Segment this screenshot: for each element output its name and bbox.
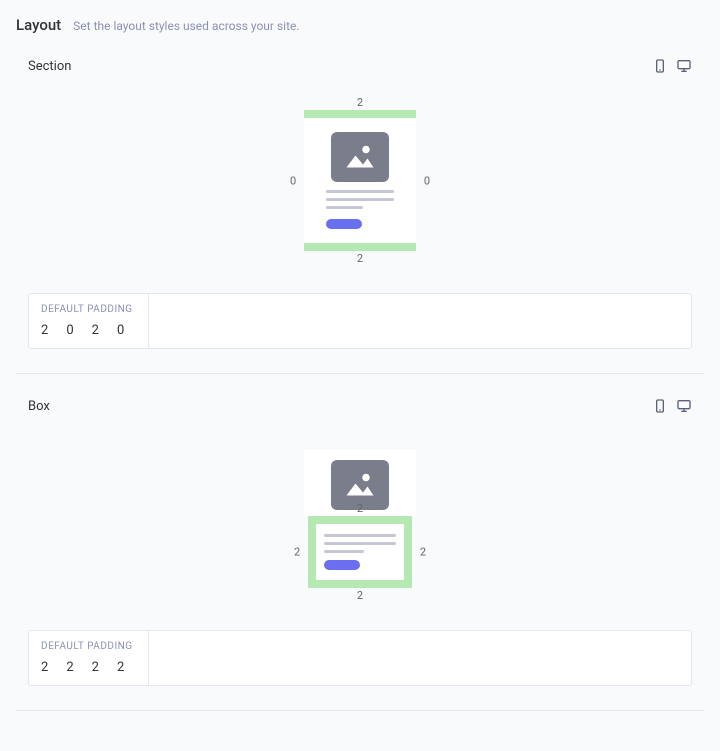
dp-value-2[interactable]: 0 — [66, 323, 73, 338]
section-preview: 2 2 0 0 — [16, 90, 704, 281]
dp-value-4[interactable]: 0 — [117, 323, 124, 338]
mobile-icon[interactable] — [652, 58, 668, 74]
box-head: Box — [16, 398, 704, 414]
padding-bottom-label: 2 — [357, 589, 363, 602]
padding-left-label: 2 — [294, 546, 300, 559]
default-padding-label: DEFAULT PADDING — [41, 304, 136, 315]
default-padding-values: 2 2 2 2 — [41, 660, 136, 675]
desktop-icon[interactable] — [676, 398, 692, 414]
default-padding-label: DEFAULT PADDING — [41, 641, 136, 652]
page-title: Layout — [16, 16, 61, 34]
card-inner — [304, 118, 416, 243]
default-padding-row[interactable]: DEFAULT PADDING 2 0 2 0 — [28, 293, 692, 349]
dp-value-3[interactable]: 2 — [92, 323, 99, 338]
default-padding-cell: DEFAULT PADDING 2 0 2 0 — [29, 294, 149, 348]
box-padding-indicator — [308, 516, 412, 588]
dp-value-1[interactable]: 2 — [41, 660, 48, 675]
dp-value-2[interactable]: 2 — [66, 660, 73, 675]
padding-right-label: 2 — [420, 546, 426, 559]
section-card-preview — [304, 110, 416, 251]
layout-header: Layout Set the layout styles used across… — [16, 16, 704, 34]
box-layout-block: Box 2 2 2 2 — [16, 398, 704, 711]
section-layout-block: Section 2 2 0 0 — [16, 58, 704, 374]
default-padding-row[interactable]: DEFAULT PADDING 2 2 2 2 — [28, 630, 692, 686]
section-head: Section — [16, 58, 704, 74]
text-lines — [326, 190, 394, 209]
mobile-icon[interactable] — [652, 398, 668, 414]
padding-top-label: 2 — [357, 502, 363, 515]
dp-value-3[interactable]: 2 — [92, 660, 99, 675]
padding-bottom-indicator — [304, 243, 416, 251]
padding-top-indicator — [304, 110, 416, 118]
box-padding-frame: 2 2 2 2 — [308, 516, 412, 588]
page-subtitle: Set the layout styles used across your s… — [73, 19, 299, 33]
default-padding-values: 2 0 2 0 — [41, 323, 136, 338]
device-toggle — [652, 398, 692, 414]
desktop-icon[interactable] — [676, 58, 692, 74]
device-toggle — [652, 58, 692, 74]
default-padding-cell: DEFAULT PADDING 2 2 2 2 — [29, 631, 149, 685]
padding-right-label: 0 — [424, 174, 430, 187]
padding-left-label: 0 — [290, 174, 296, 187]
padding-top-label: 2 — [357, 96, 363, 109]
button-placeholder — [326, 219, 362, 229]
box-title: Box — [28, 399, 50, 414]
image-placeholder-icon — [331, 132, 389, 182]
section-title: Section — [28, 59, 71, 74]
dp-value-1[interactable]: 2 — [41, 323, 48, 338]
padding-bottom-label: 2 — [357, 252, 363, 265]
button-placeholder — [324, 560, 360, 570]
box-card-preview: 2 2 2 2 — [304, 450, 416, 588]
dp-value-4[interactable]: 2 — [117, 660, 124, 675]
box-preview: 2 2 2 2 — [16, 430, 704, 618]
